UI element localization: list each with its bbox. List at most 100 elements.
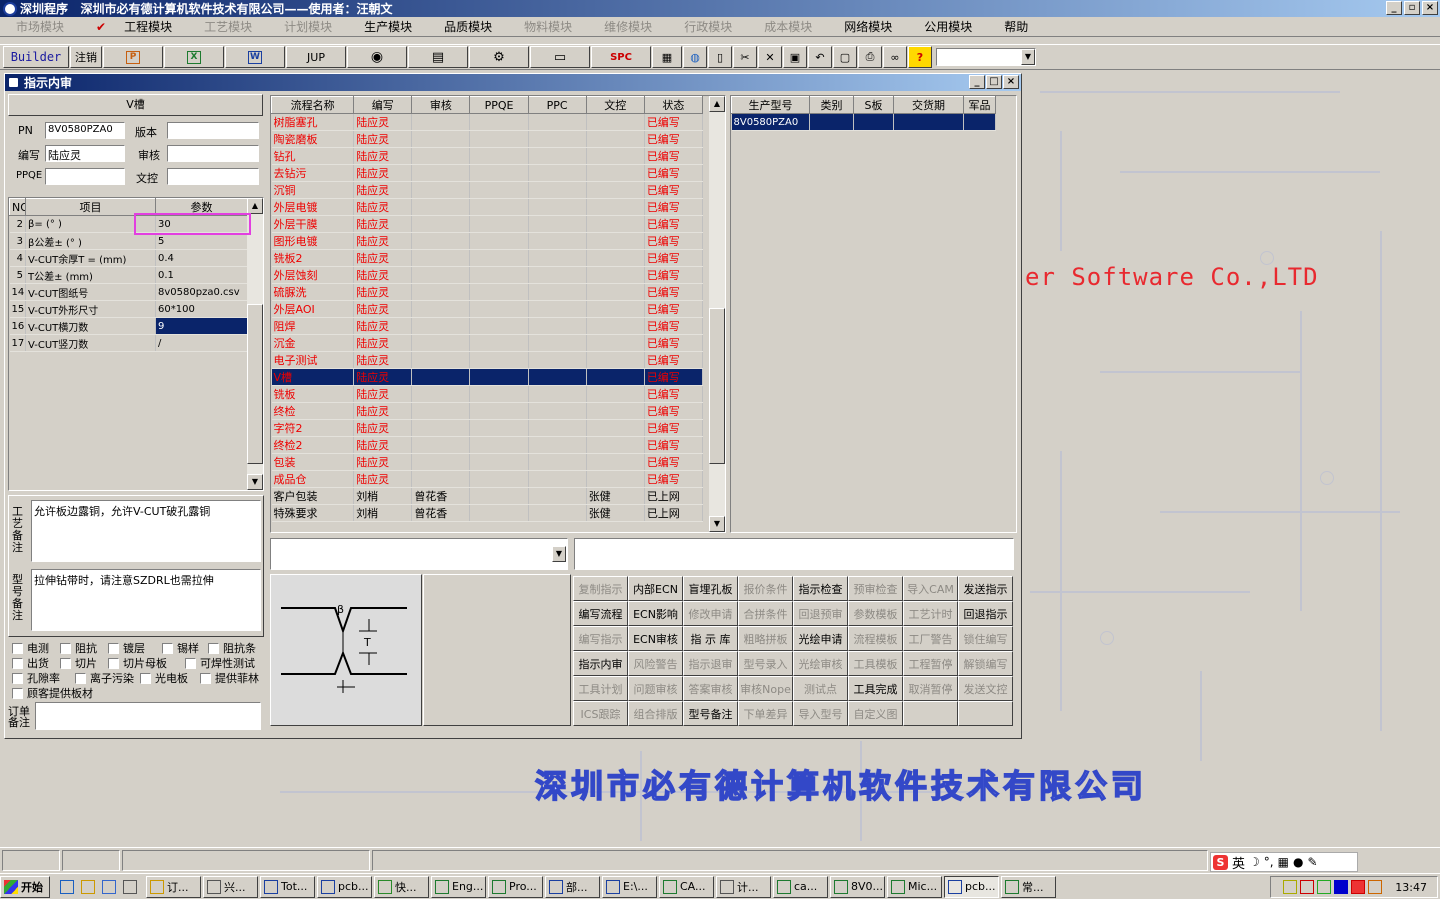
flow-row[interactable]: 包装 陆应灵 已编写 <box>271 453 704 471</box>
model-row[interactable]: 8V0580PZA0 <box>731 113 996 131</box>
flow-row[interactable]: 阻焊 陆应灵 已编写 <box>271 317 704 335</box>
pn-field[interactable]: 8V0580PZA0 <box>45 122 125 139</box>
tray-x-icon[interactable] <box>1300 880 1315 894</box>
menu-item-2[interactable]: 工艺模块 <box>188 18 268 35</box>
checkbox-box[interactable] <box>108 657 119 669</box>
review-field[interactable] <box>167 145 259 162</box>
action-button[interactable]: 组合排版 <box>628 701 683 726</box>
params-scroll-thumb[interactable] <box>247 304 263 464</box>
action-button[interactable]: 报价条件 <box>738 576 793 601</box>
browser-button[interactable]: ◍ <box>683 46 707 68</box>
checkbox-box[interactable] <box>162 642 173 654</box>
scroll-up-icon[interactable]: ▲ <box>709 96 725 112</box>
flow-row[interactable]: 图形电镀 陆应灵 已编写 <box>271 232 704 250</box>
logout-button[interactable]: 注销 <box>70 46 102 68</box>
taskbar-item[interactable]: Pro... <box>488 875 543 898</box>
checkbox-box[interactable] <box>108 642 119 654</box>
process-remark-text[interactable]: 允许板边露铜，允许V-CUT破孔露铜 <box>31 500 261 562</box>
flow-header[interactable]: 文控 <box>585 96 645 114</box>
action-button[interactable]: 审核Nope <box>738 676 793 701</box>
taskbar-item[interactable]: 兴... <box>203 875 258 898</box>
action-button[interactable]: 工具模板 <box>848 651 903 676</box>
action-button[interactable]: 复制指示 <box>573 576 628 601</box>
taskbar-item[interactable]: 快... <box>374 875 429 898</box>
flow-row[interactable]: 客户包装 刘梢 曾花香 张健 已上网 <box>271 487 704 505</box>
menu-item-10[interactable]: 网络模块 <box>828 18 908 35</box>
ie-icon[interactable] <box>60 879 74 894</box>
undo-button[interactable]: ↶ <box>808 46 832 68</box>
action-button[interactable]: 修改申请 <box>683 601 738 626</box>
flow-row[interactable]: 外层蚀刻 陆应灵 已编写 <box>271 266 704 284</box>
params-row[interactable]: 5 T公差± (mm) 0.1 <box>9 266 248 284</box>
action-button[interactable]: 指 示 库 <box>683 626 738 651</box>
params-scrollbar[interactable]: ▲ ▼ <box>247 198 263 490</box>
checkbox-box[interactable] <box>60 642 71 654</box>
taskbar-item[interactable]: 8V0... <box>830 875 885 898</box>
tray-ime-icon[interactable] <box>1351 880 1366 894</box>
checkbox-box[interactable] <box>185 657 196 669</box>
taskbar-item[interactable]: Tot... <box>260 875 315 898</box>
menu-item-9[interactable]: 成本模块 <box>748 18 828 35</box>
action-button[interactable]: 答案审核 <box>683 676 738 701</box>
option-checkbox[interactable]: 孔隙率 <box>12 670 60 686</box>
menu-item-7[interactable]: 维修模块 <box>588 18 668 35</box>
word-button[interactable]: W <box>225 46 285 68</box>
menu-item-1[interactable]: ✔ 工程模块 <box>80 18 188 35</box>
params-cell[interactable]: 0.1 <box>155 266 248 284</box>
menu-item-8[interactable]: 行政模块 <box>668 18 748 35</box>
flow-row[interactable]: 电子测试 陆应灵 已编写 <box>271 351 704 369</box>
flow-row[interactable]: 成品仓 陆应灵 已编写 <box>271 470 704 488</box>
taskbar-item[interactable]: ca... <box>773 875 828 898</box>
clock-icon[interactable] <box>81 879 95 894</box>
flow-row[interactable]: 外层电镀 陆应灵 已编写 <box>271 198 704 216</box>
params-cell[interactable]: 60*100 <box>155 300 248 318</box>
flow-row[interactable]: V槽 陆应灵 已编写 <box>271 368 704 386</box>
action-button[interactable]: 流程模板 <box>848 626 903 651</box>
flow-header[interactable]: 审核 <box>411 96 471 114</box>
find-button[interactable]: ∞ <box>883 46 907 68</box>
doc-control-field[interactable] <box>167 168 259 185</box>
option-checkbox[interactable]: 阻抗条 <box>208 640 256 656</box>
action-button[interactable]: ICS跟踪 <box>573 701 628 726</box>
excel-button[interactable]: X <box>164 46 224 68</box>
action-button[interactable] <box>958 701 1013 726</box>
flow-row[interactable]: 树脂塞孔 陆应灵 已编写 <box>271 113 704 131</box>
flow-row[interactable]: 沉铜 陆应灵 已编写 <box>271 181 704 199</box>
option-checkbox[interactable]: 光电板 <box>140 670 188 686</box>
flow-row[interactable]: 铣板 陆应灵 已编写 <box>271 385 704 403</box>
calendar-button[interactable]: ▦ <box>652 46 682 68</box>
order-remark-field[interactable] <box>35 702 261 730</box>
option-checkbox[interactable]: 切片母板 <box>108 655 167 671</box>
tray-ch-icon[interactable] <box>1334 880 1349 894</box>
option-checkbox[interactable]: 出货 <box>12 655 49 671</box>
taskbar-item[interactable]: pcb... <box>944 875 999 898</box>
flow-row[interactable]: 硫脲洗 陆应灵 已编写 <box>271 283 704 301</box>
monitor-button[interactable]: ▭ <box>530 46 590 68</box>
flow-row[interactable]: 沉金 陆应灵 已编写 <box>271 334 704 352</box>
flow-row[interactable]: 去钻污 陆应灵 已编写 <box>271 164 704 182</box>
jup-button[interactable]: JUP <box>286 46 346 68</box>
print-button[interactable]: ⎙ <box>858 46 882 68</box>
action-button[interactable]: 取消暂停 <box>903 676 958 701</box>
flow-row[interactable]: 陶瓷磨板 陆应灵 已编写 <box>271 130 704 148</box>
action-button[interactable]: 问题审核 <box>628 676 683 701</box>
checkbox-box[interactable] <box>12 642 23 654</box>
params-row[interactable]: 3 β公差± (° ) 5 <box>9 232 248 250</box>
new-file-button[interactable]: ▯ <box>708 46 732 68</box>
model-header[interactable]: 生产型号 <box>731 96 810 114</box>
action-button[interactable]: 工程暂停 <box>903 651 958 676</box>
option-checkbox[interactable]: 电测 <box>12 640 49 656</box>
minimize-button[interactable]: _ <box>1386 1 1402 15</box>
flow-header[interactable]: 编写 <box>353 96 413 114</box>
action-button[interactable]: 测试点 <box>793 676 848 701</box>
action-button[interactable]: 导入型号 <box>793 701 848 726</box>
checkbox-box[interactable] <box>12 687 23 699</box>
action-button[interactable]: 内部ECN <box>628 576 683 601</box>
option-checkbox[interactable]: 切片 <box>60 655 97 671</box>
ppqe-field[interactable] <box>45 168 125 185</box>
flow-row[interactable]: 外层干膜 陆应灵 已编写 <box>271 215 704 233</box>
action-button[interactable]: 工具计划 <box>573 676 628 701</box>
flow-row[interactable]: 字符2 陆应灵 已编写 <box>271 419 704 437</box>
action-button[interactable]: 光绘审核 <box>793 651 848 676</box>
flow-row[interactable]: 铣板2 陆应灵 已编写 <box>271 249 704 267</box>
